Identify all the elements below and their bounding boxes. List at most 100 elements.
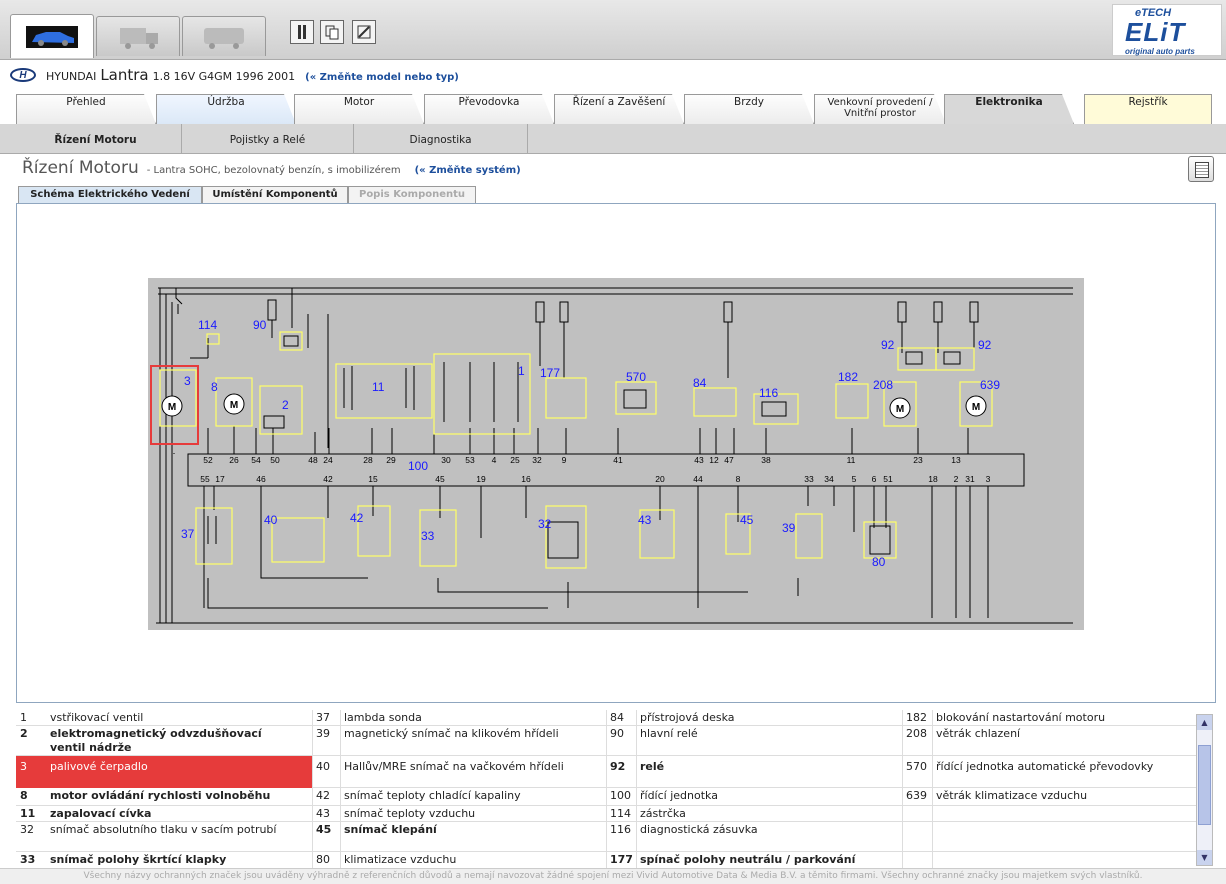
pin-label: 17 bbox=[215, 474, 225, 484]
legend-text[interactable]: snímač klepání bbox=[344, 823, 437, 837]
legend-text[interactable]: vstřikovací ventil bbox=[50, 711, 143, 725]
print-icon[interactable] bbox=[1188, 156, 1214, 182]
legend-text[interactable]: diagnostická zásuvka bbox=[640, 823, 758, 837]
tab-prevodovka[interactable]: Převodovka bbox=[424, 94, 554, 124]
diagram-label-3: 3 bbox=[184, 374, 191, 388]
diagram-label-208: 208 bbox=[873, 378, 893, 392]
vehicle-make: HYUNDAI bbox=[46, 70, 97, 83]
legend-number: 90 bbox=[610, 727, 624, 740]
elit-logo: eTECH ELiT original auto parts bbox=[1112, 4, 1222, 56]
legend-text[interactable]: snímač teploty vzduchu bbox=[344, 807, 475, 821]
diagram-label-8: 8 bbox=[211, 380, 218, 394]
change-model-link[interactable]: (« Změňte model nebo typ) bbox=[305, 72, 459, 83]
top-toolbar: eTECH ELiT original auto parts bbox=[0, 0, 1226, 60]
legend-text[interactable]: palivové čerpadlo bbox=[50, 760, 148, 774]
scroll-up-icon[interactable]: ▲ bbox=[1197, 715, 1212, 730]
legend-number: 114 bbox=[610, 807, 631, 820]
tab-car-icon[interactable] bbox=[10, 14, 94, 58]
legend-divider bbox=[606, 710, 607, 868]
legend-number: 39 bbox=[316, 727, 330, 740]
tab-prehled[interactable]: Přehled bbox=[16, 94, 156, 124]
legend-divider bbox=[932, 710, 933, 868]
legend-text[interactable]: větrák klimatizace vzduchu bbox=[936, 789, 1087, 803]
sub-tabs: Řízení Motoru Pojistky a Relé Diagnostik… bbox=[0, 124, 1226, 154]
tab-component-location[interactable]: Umístění Komponentů bbox=[202, 186, 348, 204]
pin-label: 25 bbox=[510, 455, 520, 465]
pin-label: 30 bbox=[441, 455, 451, 465]
pin-label: 50 bbox=[270, 455, 280, 465]
edit-tool-icon[interactable] bbox=[352, 20, 376, 44]
system-desc: - Lantra SOHC, bezolovnatý benzín, s imo… bbox=[146, 165, 401, 176]
tab-component-description[interactable]: Popis Komponentu bbox=[348, 186, 476, 204]
copy-tool-icon[interactable] bbox=[320, 20, 344, 44]
legend-text[interactable]: snímač absolutního tlaku v sacím potrubí bbox=[50, 823, 276, 837]
diagram-label-100: 100 bbox=[408, 459, 428, 473]
legend-text[interactable]: zástrčka bbox=[640, 807, 686, 821]
legend-scrollbar[interactable]: ▲ ▼ bbox=[1196, 714, 1213, 866]
diagram-label-182: 182 bbox=[838, 370, 858, 384]
tab-wiring-diagram[interactable]: Schéma Elektrického Vedení bbox=[18, 186, 202, 204]
diagram-label-33: 33 bbox=[421, 529, 435, 543]
tab-motor[interactable]: Motor bbox=[294, 94, 424, 124]
legend-text[interactable]: blokování nastartování motoru bbox=[936, 711, 1105, 725]
truck-icon bbox=[120, 27, 158, 49]
legend-text[interactable]: snímač teploty chladící kapaliny bbox=[344, 789, 521, 803]
legend-number: 42 bbox=[316, 789, 330, 802]
scroll-down-icon[interactable]: ▼ bbox=[1197, 850, 1212, 865]
scroll-thumb[interactable] bbox=[1198, 745, 1211, 825]
legend-text[interactable]: magnetický snímač na klikovém hřídeli bbox=[344, 727, 559, 741]
legend-text[interactable]: větrák chlazení bbox=[936, 727, 1020, 741]
subtab-pojistky-rele[interactable]: Pojistky a Relé bbox=[182, 124, 354, 154]
tab-udrzba[interactable]: Údržba bbox=[156, 94, 296, 124]
subtab-diagnostika[interactable]: Diagnostika bbox=[354, 124, 528, 154]
legend-text[interactable]: lambda sonda bbox=[344, 711, 422, 725]
pin-label: 8 bbox=[736, 474, 741, 484]
pin-label: 55 bbox=[200, 474, 210, 484]
svg-text:M: M bbox=[896, 404, 904, 415]
legend-text[interactable]: elektromagnetický odvzdušňovací ventil n… bbox=[50, 727, 300, 755]
legend-text[interactable]: řídící jednotka bbox=[640, 789, 718, 803]
legend-divider bbox=[340, 710, 341, 868]
legend-text[interactable]: hlavní relé bbox=[640, 727, 698, 741]
legend-number: 1 bbox=[20, 711, 27, 724]
pin-label: 41 bbox=[613, 455, 623, 465]
legend-text[interactable]: spínač polohy neutrálu / parkování bbox=[640, 853, 855, 867]
legend-text[interactable]: Hallův/MRE snímač na vačkovém hřídeli bbox=[344, 760, 564, 774]
legend-text[interactable]: motor ovládání rychlosti volnoběhu bbox=[50, 789, 270, 803]
legend-number: 3 bbox=[20, 760, 27, 773]
info-tool-icon[interactable] bbox=[290, 20, 314, 44]
legend-number: 11 bbox=[20, 807, 36, 820]
diagram-label-80: 80 bbox=[872, 555, 886, 569]
legend-text[interactable]: přístrojová deska bbox=[640, 711, 735, 725]
pin-label: 51 bbox=[883, 474, 893, 484]
tab-elektronika[interactable]: Elektronika bbox=[944, 94, 1074, 124]
legend-text[interactable]: relé bbox=[640, 760, 664, 774]
legend-text[interactable]: klimatizace vzduchu bbox=[344, 853, 456, 867]
legend-number: 100 bbox=[610, 789, 631, 802]
legend-text[interactable]: snímač polohy škrtící klapky bbox=[50, 853, 226, 867]
hyundai-logo-icon: H bbox=[10, 68, 36, 82]
tab-rejstrik[interactable]: Rejstřík bbox=[1084, 94, 1212, 124]
tab-brzdy[interactable]: Brzdy bbox=[684, 94, 814, 124]
pin-label: 20 bbox=[655, 474, 665, 484]
diagram-label-177: 177 bbox=[540, 366, 560, 380]
change-system-link[interactable]: (« Změňte systém) bbox=[415, 165, 521, 176]
legend-number: 37 bbox=[316, 711, 330, 724]
tab-venkovni[interactable]: Venkovní provedení / Vnitřní prostor bbox=[814, 94, 946, 124]
tab-truck-icon[interactable] bbox=[96, 16, 180, 56]
pin-label: 47 bbox=[724, 455, 734, 465]
svg-text:M: M bbox=[972, 402, 980, 413]
tab-van-icon[interactable] bbox=[182, 16, 266, 56]
legend-number: 8 bbox=[20, 789, 28, 802]
legend-number: 32 bbox=[20, 823, 34, 836]
pin-label: 52 bbox=[203, 455, 213, 465]
legend-number: 84 bbox=[610, 711, 624, 724]
system-title: Řízení Motoru bbox=[22, 158, 139, 178]
legend-text[interactable]: zapalovací cívka bbox=[50, 807, 151, 821]
legend-text[interactable]: řídící jednotka automatické převodovky bbox=[936, 760, 1153, 774]
diagram-label-570: 570 bbox=[626, 370, 646, 384]
van-icon bbox=[204, 27, 244, 49]
tab-rizeni-zaveseni[interactable]: Řízení a Zavěšení bbox=[554, 94, 684, 124]
subtab-rizeni-motoru[interactable]: Řízení Motoru bbox=[10, 124, 182, 154]
pin-label: 23 bbox=[913, 455, 923, 465]
